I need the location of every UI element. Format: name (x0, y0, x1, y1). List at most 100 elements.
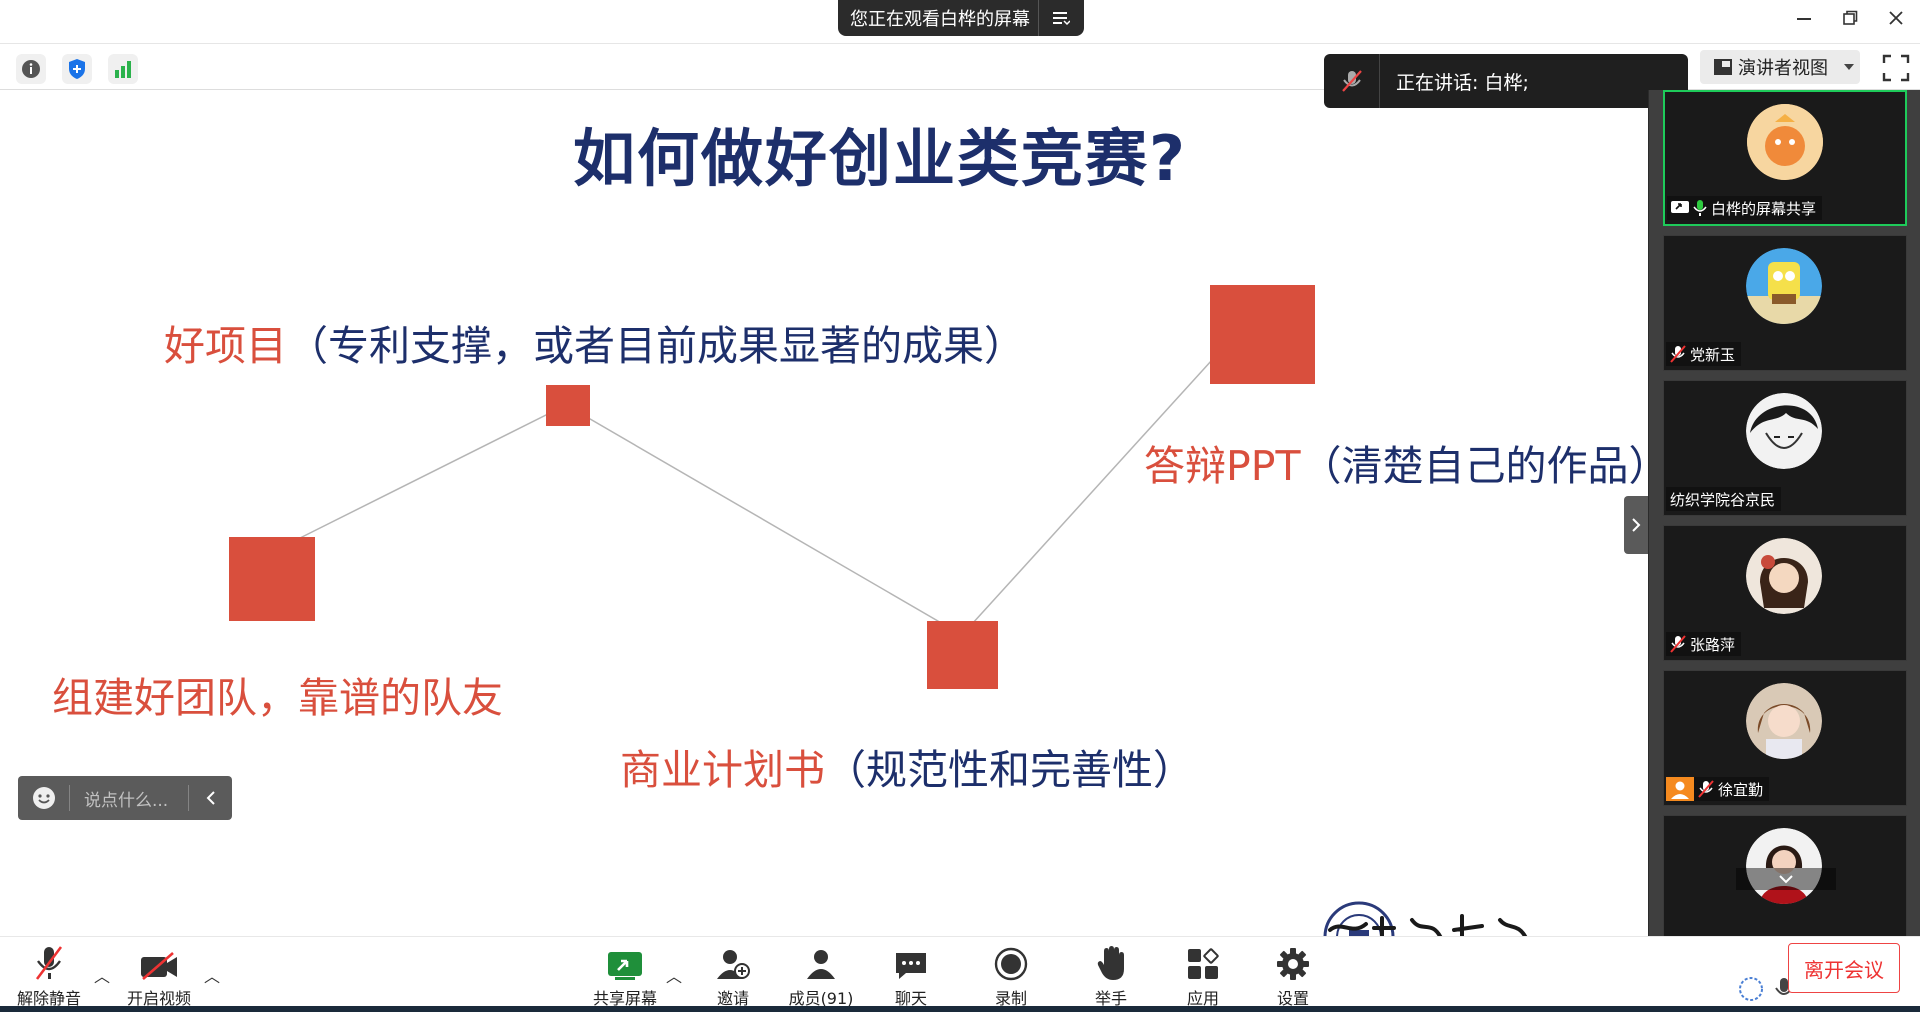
scroll-down-button[interactable] (1736, 868, 1836, 890)
participant-tile[interactable] (1663, 815, 1907, 936)
meeting-info-icon[interactable] (16, 54, 46, 84)
video-off-icon (141, 952, 177, 980)
mic-muted-icon (35, 946, 63, 980)
security-shield-icon[interactable] (62, 54, 92, 84)
participant-tile[interactable]: 党新玉 (1663, 235, 1907, 371)
participant-nameplate: 纺织学院谷京民 (1666, 487, 1782, 511)
start-video-button[interactable]: 开启视频 (114, 941, 204, 1009)
slide-item-ppt: 答辩PPT（清楚自己的作品） (1144, 432, 1648, 492)
diagram-square-team (229, 537, 315, 621)
host-user-icon (1666, 777, 1694, 801)
leave-meeting-button[interactable]: 离开会议 (1788, 943, 1900, 993)
gear-icon (1277, 948, 1309, 980)
participant-name: 党新玉 (1690, 345, 1736, 364)
participant-nameplate: 白桦的屏幕共享 (1667, 196, 1823, 220)
participant-nameplate: 徐宜勤 (1666, 777, 1770, 801)
slide-item-ppt-desc: （清楚自己的作品） (1300, 442, 1649, 490)
avatar (1746, 538, 1822, 614)
participant-name: 纺织学院谷京民 (1670, 490, 1776, 509)
speaker-view-icon (1714, 59, 1732, 75)
slide-item-project: 好项目（专利支撑，或者目前成果显著的成果） (164, 312, 1025, 372)
record-icon (994, 947, 1028, 981)
share-screen-button[interactable]: 共享屏幕 (580, 941, 670, 1009)
participant-name: 白桦的屏幕共享 (1711, 199, 1817, 218)
slide-item-team-title: 组建好团队，靠谱的队友 (52, 674, 503, 722)
participant-tile[interactable]: 白桦的屏幕共享 (1663, 90, 1907, 226)
mic-muted-icon (1324, 54, 1380, 108)
avatar (1746, 683, 1822, 759)
avatar (1747, 104, 1823, 180)
share-screen-icon (608, 952, 642, 980)
ifly-icon[interactable] (1738, 976, 1764, 1002)
caret-down-icon (1844, 64, 1854, 70)
chevron-right-icon (1632, 518, 1641, 532)
audio-options-caret[interactable]: ︿ (94, 963, 110, 987)
invite-user-icon (717, 950, 750, 979)
unmute-button[interactable]: 解除静音 (4, 941, 94, 1009)
signal-strength-icon[interactable] (108, 54, 138, 84)
invite-button[interactable]: 邀请 (688, 941, 778, 1009)
members-icon (807, 950, 835, 979)
mic-muted-icon (1670, 345, 1686, 363)
share-banner-text: 您正在观看白桦的屏幕 (850, 9, 1030, 30)
participant-tile[interactable]: 张路萍 (1663, 525, 1907, 661)
video-options-caret[interactable]: ︿ (204, 963, 220, 987)
avatar (1746, 393, 1822, 469)
apps-grid-icon (1188, 948, 1219, 979)
collapse-panel-handle[interactable] (1624, 496, 1648, 554)
chat-bubble-icon (896, 953, 926, 979)
fullscreen-icon[interactable] (1882, 54, 1910, 82)
emoji-icon[interactable] (18, 785, 70, 811)
participant-tile[interactable]: 纺织学院谷京民 (1663, 380, 1907, 516)
chevron-down-icon (1779, 875, 1793, 884)
slide-item-plan: 商业计划书（规范性和完善性） (620, 736, 1194, 796)
screen-share-banner[interactable]: 您正在观看白桦的屏幕 (838, 0, 1084, 36)
participant-nameplate: 张路萍 (1666, 632, 1742, 656)
settings-button[interactable]: 设置 (1248, 941, 1338, 1009)
raise-hand-button[interactable]: 举手 (1066, 941, 1156, 1009)
mic-muted-icon (1670, 635, 1686, 653)
participant-name: 徐宜勤 (1718, 780, 1764, 799)
share-options-caret[interactable]: ︿ (666, 963, 682, 987)
participant-tile[interactable]: 徐宜勤 (1663, 670, 1907, 806)
chat-button[interactable]: 聊天 (866, 941, 956, 1009)
chevron-left-icon[interactable] (188, 785, 232, 811)
window-controls (1792, 6, 1908, 30)
view-mode-label: 演讲者视图 (1738, 58, 1828, 79)
shared-slide: 如何做好创业类竞赛? 好项目（专利支撑，或者目前成果显著的成果） 答辩PPT（清… (0, 90, 1648, 936)
participant-nameplate: 党新玉 (1666, 342, 1742, 366)
diagram-square-project (546, 385, 590, 426)
apps-button[interactable]: 应用 (1158, 941, 1248, 1009)
view-mode-dropdown[interactable]: 演讲者视图 (1700, 50, 1860, 84)
raise-hand-icon (1097, 946, 1124, 980)
restore-icon[interactable] (1838, 6, 1862, 30)
record-button[interactable]: 录制 (966, 941, 1056, 1009)
slide-item-plan-desc: （规范性和完善性） (825, 746, 1194, 794)
screen-share-icon (1671, 201, 1689, 213)
members-button[interactable]: 成员(91) (776, 941, 866, 1009)
mic-on-icon (1693, 200, 1707, 216)
close-icon[interactable] (1884, 6, 1908, 30)
slide-item-project-title: 好项目 (164, 322, 287, 370)
participant-gallery[interactable]: 白桦的屏幕共享 党新玉 纺织学院谷京民 张路萍 徐宜勤 (1648, 90, 1920, 936)
slide-item-team: 组建好团队，靠谱的队友 (52, 664, 503, 724)
quick-chat-input[interactable]: 说点什么... (18, 776, 232, 820)
avatar (1746, 248, 1822, 324)
window-titlebar: 您正在观看白桦的屏幕 (0, 0, 1920, 44)
active-speaker-popup: 正在讲话: 白桦; (1324, 54, 1688, 108)
mic-muted-icon (1698, 780, 1714, 798)
participant-name: 张路萍 (1690, 635, 1736, 654)
slide-item-ppt-title: 答辩PPT (1144, 442, 1301, 490)
active-speaker-text: 正在讲话: 白桦; (1396, 71, 1529, 94)
diagram-square-ppt (1210, 285, 1315, 384)
meeting-toolbar: 解除静音 ︿ 开启视频 ︿ 共享屏幕 ︿ 邀请 成员(91) 聊天 录制 举手 … (0, 936, 1920, 1012)
minimize-icon[interactable] (1792, 6, 1816, 30)
diagram-square-plan (927, 621, 998, 689)
avatar (1746, 828, 1822, 904)
slide-item-plan-title: 商业计划书 (620, 746, 825, 794)
slide-item-project-desc: （专利支撑，或者目前成果显著的成果） (287, 322, 1025, 370)
slide-diagram (229, 285, 1315, 689)
system-tray (1738, 976, 1794, 1002)
menu-icon[interactable] (1038, 0, 1082, 36)
chat-placeholder[interactable]: 说点什么... (70, 786, 188, 811)
